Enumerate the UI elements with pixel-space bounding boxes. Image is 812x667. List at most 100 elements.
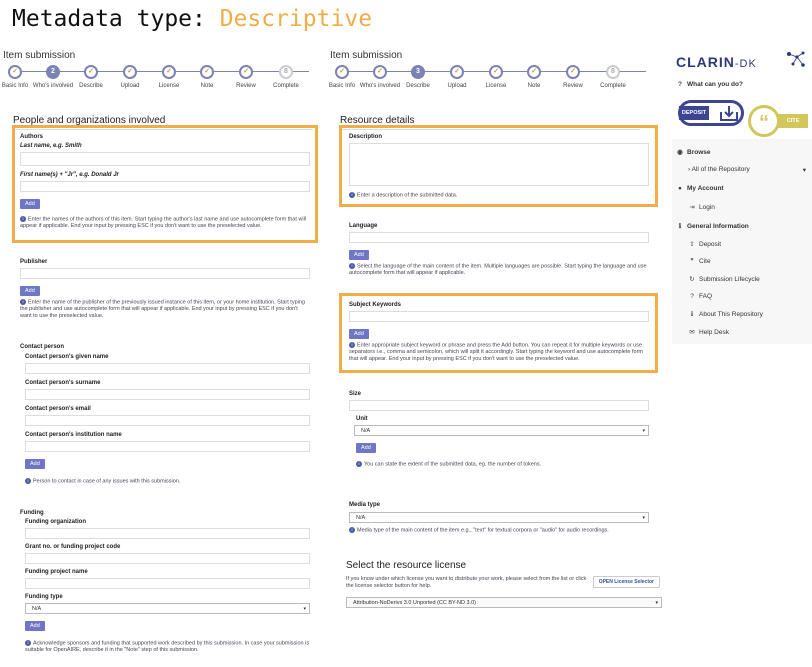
size-help: i You can state the extent of the submitt… — [356, 461, 649, 468]
add-size-button[interactable]: Add — [356, 443, 376, 453]
license-selector-button[interactable]: OPEN License Selector — [592, 576, 660, 588]
publisher-help: i Enter the name of the publisher of the … — [20, 299, 305, 320]
chevron-down-icon: ▾ — [642, 428, 645, 434]
funding-project-input[interactable] — [25, 578, 310, 589]
step-number: 2 — [46, 65, 60, 79]
left-panel: Item submission ✓ Basic Info 2 Who's involv… — [2, 50, 323, 130]
funding-type-label: Funding type — [25, 594, 63, 600]
check-icon: ✓ — [123, 65, 137, 79]
add-keyword-button[interactable]: Add — [349, 329, 369, 339]
step-number: 8 — [606, 65, 620, 79]
logo-graphic — [787, 51, 805, 67]
email-label: Contact person's email — [25, 406, 91, 412]
deposit-icon — [720, 106, 738, 121]
info-icon: i — [356, 461, 362, 467]
first-name-input[interactable] — [20, 181, 310, 192]
first-name-label: First name(s) + "Jr", e.g. Donald Jr — [20, 172, 119, 178]
quote-icon: “ — [748, 105, 780, 137]
add-language-button[interactable]: Add — [349, 250, 369, 260]
info-icon: i — [25, 640, 31, 646]
question-circle-icon: ? — [678, 81, 682, 88]
license-select[interactable]: Attribution-NoDerivs 3.0 Unported (CC BY… — [346, 597, 662, 608]
funding-org-input[interactable] — [25, 528, 310, 539]
chevron-down-icon: ▾ — [303, 606, 306, 612]
authors-label: Authors — [20, 134, 43, 140]
sidebar-item-all-repository[interactable]: › All of the Repository ▾ — [688, 166, 806, 174]
info-circle-icon: ℹ — [690, 311, 694, 318]
globe-icon: ◉ — [677, 149, 683, 156]
check-icon: ✓ — [335, 65, 349, 79]
deposit-badge[interactable]: DEPOSIT — [678, 100, 744, 126]
sidebar-item-login[interactable]: ⇥ Login — [688, 203, 715, 211]
item-submission-title: Item submission — [330, 50, 403, 61]
check-icon: ✓ — [450, 65, 464, 79]
last-name-label: Last name, e.g. Smith — [20, 143, 82, 149]
contact-help: i Person to contact in case of any issues… — [25, 478, 310, 485]
info-icon: i — [349, 263, 355, 269]
step-number: 3 — [411, 65, 425, 79]
upload-icon: ⇪ — [689, 241, 695, 248]
check-icon: ✓ — [566, 65, 580, 79]
info-icon: i — [20, 216, 26, 222]
media-type-select[interactable]: N/A ▾ — [349, 512, 649, 523]
step-complete[interactable]: 8 Complete — [588, 65, 638, 89]
info-icon: i — [349, 342, 355, 348]
info-icon: i — [25, 478, 31, 484]
login-icon: ⇥ — [689, 204, 695, 211]
description-textarea[interactable] — [349, 143, 649, 186]
language-input[interactable] — [349, 232, 649, 243]
license-title: Select the resource license — [346, 560, 467, 571]
institution-label: Contact person's institution name — [25, 432, 122, 438]
publisher-input[interactable] — [20, 268, 310, 279]
question-icon: ? — [690, 293, 694, 300]
my-account-heading: ● My Account — [676, 185, 724, 192]
check-icon: ✓ — [162, 65, 176, 79]
funding-type-select[interactable]: N/A ▾ — [25, 603, 310, 614]
info-icon: i — [349, 192, 355, 198]
last-name-input[interactable] — [20, 152, 310, 166]
authors-help: i Enter the names of the authors of this … — [20, 216, 307, 230]
chevron-down-icon: ▾ — [802, 167, 806, 174]
clarin-logo[interactable]: CLARIN-DK — [676, 54, 757, 70]
keywords-label: Subject Keywords — [349, 302, 402, 308]
cite-badge[interactable]: “ CITE — [748, 105, 812, 139]
funding-help: i Acknowledge sponsors and funding that s… — [25, 640, 310, 654]
sidebar-item-cite[interactable]: ❞ Cite — [688, 257, 710, 265]
unit-select[interactable]: N/A ▾ — [354, 425, 649, 436]
funding-project-label: Funding project name — [25, 569, 88, 575]
sidebar-item-lifecycle[interactable]: ↻ Submission Lifecycle — [688, 275, 759, 283]
general-info-heading: ℹ General Information — [676, 222, 749, 230]
keywords-input[interactable] — [349, 311, 649, 322]
funding-org-label: Funding organization — [25, 519, 86, 525]
sidebar-item-deposit[interactable]: ⇪ Deposit — [688, 240, 721, 248]
sidebar-item-help-desk[interactable]: ✉ Help Desk — [688, 328, 729, 336]
check-icon: ✓ — [373, 65, 387, 79]
institution-input[interactable] — [25, 441, 310, 452]
surname-input[interactable] — [25, 389, 310, 400]
refresh-icon: ↻ — [689, 276, 695, 283]
check-icon: ✓ — [239, 65, 253, 79]
check-icon: ✓ — [200, 65, 214, 79]
add-contact-button[interactable]: Add — [25, 459, 45, 469]
add-publisher-button[interactable]: Add — [20, 286, 40, 296]
envelope-icon: ✉ — [689, 329, 695, 336]
progress-steps: ✓ Basic Info 2 Who's involved ✓ Describe ✓ Uplo… — [2, 65, 323, 95]
right-panel: Item submission ✓ Basic Info ✓ Who's involv… — [329, 50, 660, 130]
sidebar-item-about[interactable]: ℹ About This Repository — [688, 310, 763, 318]
description-label: Description — [349, 134, 383, 140]
add-author-button[interactable]: Add — [20, 199, 40, 209]
size-input[interactable] — [349, 400, 649, 411]
info-icon: i — [349, 527, 355, 533]
page-title: Metadata type: Descriptive — [12, 6, 373, 32]
sidebar-item-faq[interactable]: ? FAQ — [688, 293, 712, 300]
grant-label: Grant no. or funding project code — [25, 544, 121, 550]
publisher-label: Publisher — [20, 259, 48, 265]
add-funding-button[interactable]: Add — [25, 621, 45, 631]
contact-person-label: Contact person — [20, 344, 65, 350]
email-input[interactable] — [25, 415, 310, 426]
grant-input[interactable] — [25, 553, 310, 564]
license-text: If you know under which license you want… — [346, 576, 587, 589]
size-label: Size — [349, 391, 362, 397]
given-name-input[interactable] — [25, 363, 310, 374]
step-complete[interactable]: 8 Complete — [261, 65, 311, 89]
